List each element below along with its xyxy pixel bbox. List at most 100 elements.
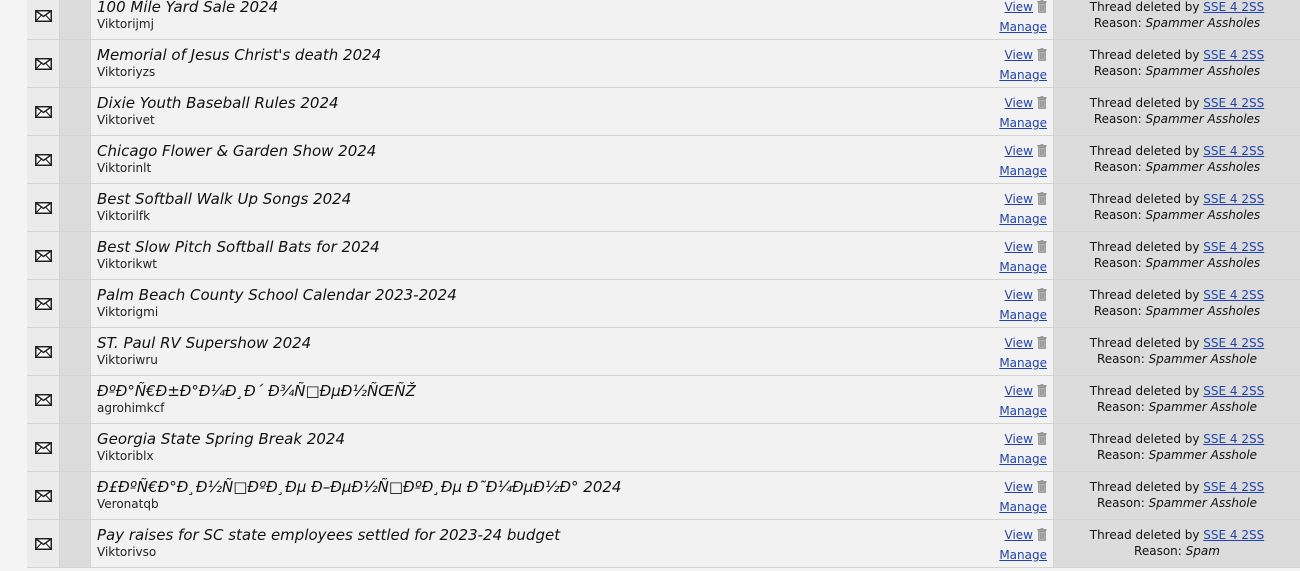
trash-icon[interactable] [1037,480,1047,498]
manage-link[interactable]: Manage [999,68,1047,82]
moderator-link[interactable]: SSE 4 2SS [1203,528,1264,542]
view-link[interactable]: View [1005,480,1033,494]
manage-link[interactable]: Manage [999,452,1047,466]
moderator-link[interactable]: SSE 4 2SS [1203,480,1264,494]
manage-link[interactable]: Manage [999,260,1047,274]
thread-actions: View Manage [999,430,1047,468]
thread-title: Ð£ÐºÑ€Ð°Ð¸Ð½Ñ□ÐºÐ¸Ðµ Ð–ÐµÐ½Ñ□ÐºÐ¸Ðµ Ð˜Ð¼… [97,478,622,496]
thread-title: Best Softball Walk Up Songs 2024 [97,190,352,208]
view-link[interactable]: View [1005,432,1033,446]
trash-icon[interactable] [1037,144,1047,162]
deletion-info: Thread deleted by SSE 4 2SS Reason: Spam [1054,520,1300,567]
moderator-link[interactable]: SSE 4 2SS [1203,432,1264,446]
manage-link[interactable]: Manage [999,212,1047,226]
thread-row: 100 Mile Yard Sale 2024 Viktorijmj View … [27,0,1300,40]
view-link[interactable]: View [1005,528,1033,542]
thread-rating-cell [60,184,91,231]
thread-title-cell: Memorial of Jesus Christ's death 2024 Vi… [91,40,1054,87]
thread-title: Chicago Flower & Garden Show 2024 [97,142,377,160]
thread-list: 100 Mile Yard Sale 2024 Viktorijmj View … [27,0,1300,568]
deletion-reason: Spammer Assholes [1145,304,1261,318]
thread-row: Palm Beach County School Calendar 2023-2… [27,280,1300,328]
trash-icon[interactable] [1037,48,1047,66]
manage-link[interactable]: Manage [999,404,1047,418]
manage-link[interactable]: Manage [999,308,1047,322]
trash-icon[interactable] [1037,528,1047,546]
manage-link[interactable]: Manage [999,500,1047,514]
thread-actions: View Manage [999,142,1047,180]
thread-actions: View Manage [999,190,1047,228]
thread-status-cell [27,40,60,87]
thread-title: Pay raises for SC state employees settle… [97,526,561,544]
trash-icon[interactable] [1037,192,1047,210]
envelope-icon [34,57,52,70]
trash-icon[interactable] [1037,240,1047,258]
trash-icon[interactable] [1037,96,1047,114]
reason-label: Reason: [1134,544,1182,558]
manage-link[interactable]: Manage [999,164,1047,178]
thread-actions: View Manage [999,94,1047,132]
view-link[interactable]: View [1005,240,1033,254]
deletion-info: Thread deleted by SSE 4 2SS Reason: Spam… [1054,88,1300,135]
envelope-icon [34,9,52,22]
deleted-by-label: Thread deleted by [1089,192,1200,206]
thread-row: Ð£ÐºÑ€Ð°Ð¸Ð½Ñ□ÐºÐ¸Ðµ Ð–ÐµÐ½Ñ□ÐºÐ¸Ðµ Ð˜Ð¼… [27,472,1300,520]
moderator-link[interactable]: SSE 4 2SS [1203,384,1264,398]
thread-rating-cell [60,328,91,375]
view-link[interactable]: View [1005,336,1033,350]
view-link[interactable]: View [1005,192,1033,206]
trash-icon[interactable] [1037,288,1047,306]
view-link[interactable]: View [1005,384,1033,398]
deleted-by-label: Thread deleted by [1089,0,1200,14]
trash-icon[interactable] [1037,432,1047,450]
deletion-reason: Spammer Assholes [1145,208,1261,222]
thread-row: Memorial of Jesus Christ's death 2024 Vi… [27,40,1300,88]
thread-title-cell: Dixie Youth Baseball Rules 2024 Viktoriv… [91,88,1054,135]
envelope-icon [34,489,52,502]
thread-status-cell [27,520,60,567]
moderator-link[interactable]: SSE 4 2SS [1203,144,1264,158]
thread-rating-cell [60,520,91,567]
manage-link[interactable]: Manage [999,20,1047,34]
view-link[interactable]: View [1005,144,1033,158]
envelope-icon [34,105,52,118]
thread-title-cell: 100 Mile Yard Sale 2024 Viktorijmj View … [91,0,1054,39]
view-link[interactable]: View [1005,0,1033,14]
deleted-by-label: Thread deleted by [1089,480,1200,494]
thread-title: Palm Beach County School Calendar 2023-2… [97,286,457,304]
manage-link[interactable]: Manage [999,356,1047,370]
trash-icon[interactable] [1037,384,1047,402]
thread-rating-cell [60,136,91,183]
envelope-icon [34,297,52,310]
moderator-link[interactable]: SSE 4 2SS [1203,288,1264,302]
thread-rating-cell [60,232,91,279]
moderator-link[interactable]: SSE 4 2SS [1203,0,1264,14]
moderator-link[interactable]: SSE 4 2SS [1203,240,1264,254]
trash-icon[interactable] [1037,336,1047,354]
thread-actions: View Manage [999,526,1047,564]
moderator-link[interactable]: SSE 4 2SS [1203,96,1264,110]
deletion-reason: Spam [1185,544,1220,558]
view-link[interactable]: View [1005,96,1033,110]
thread-title: Georgia State Spring Break 2024 [97,430,345,448]
deleted-by-label: Thread deleted by [1089,384,1200,398]
thread-title: Best Slow Pitch Softball Bats for 2024 [97,238,380,256]
thread-actions: View Manage [999,238,1047,276]
view-link[interactable]: View [1005,48,1033,62]
manage-link[interactable]: Manage [999,548,1047,562]
thread-title-cell: Best Slow Pitch Softball Bats for 2024 V… [91,232,1054,279]
trash-icon[interactable] [1037,0,1047,18]
deletion-reason: Spammer Assholes [1145,256,1261,270]
thread-status-cell [27,0,60,39]
thread-title: ST. Paul RV Supershow 2024 [97,334,312,352]
moderator-link[interactable]: SSE 4 2SS [1203,48,1264,62]
thread-actions: View Manage [999,46,1047,84]
thread-row: Best Slow Pitch Softball Bats for 2024 V… [27,232,1300,280]
moderator-link[interactable]: SSE 4 2SS [1203,336,1264,350]
manage-link[interactable]: Manage [999,116,1047,130]
moderator-link[interactable]: SSE 4 2SS [1203,192,1264,206]
view-link[interactable]: View [1005,288,1033,302]
thread-title-cell: Georgia State Spring Break 2024 Viktorib… [91,424,1054,471]
thread-rating-cell [60,424,91,471]
thread-title: Dixie Youth Baseball Rules 2024 [97,94,339,112]
